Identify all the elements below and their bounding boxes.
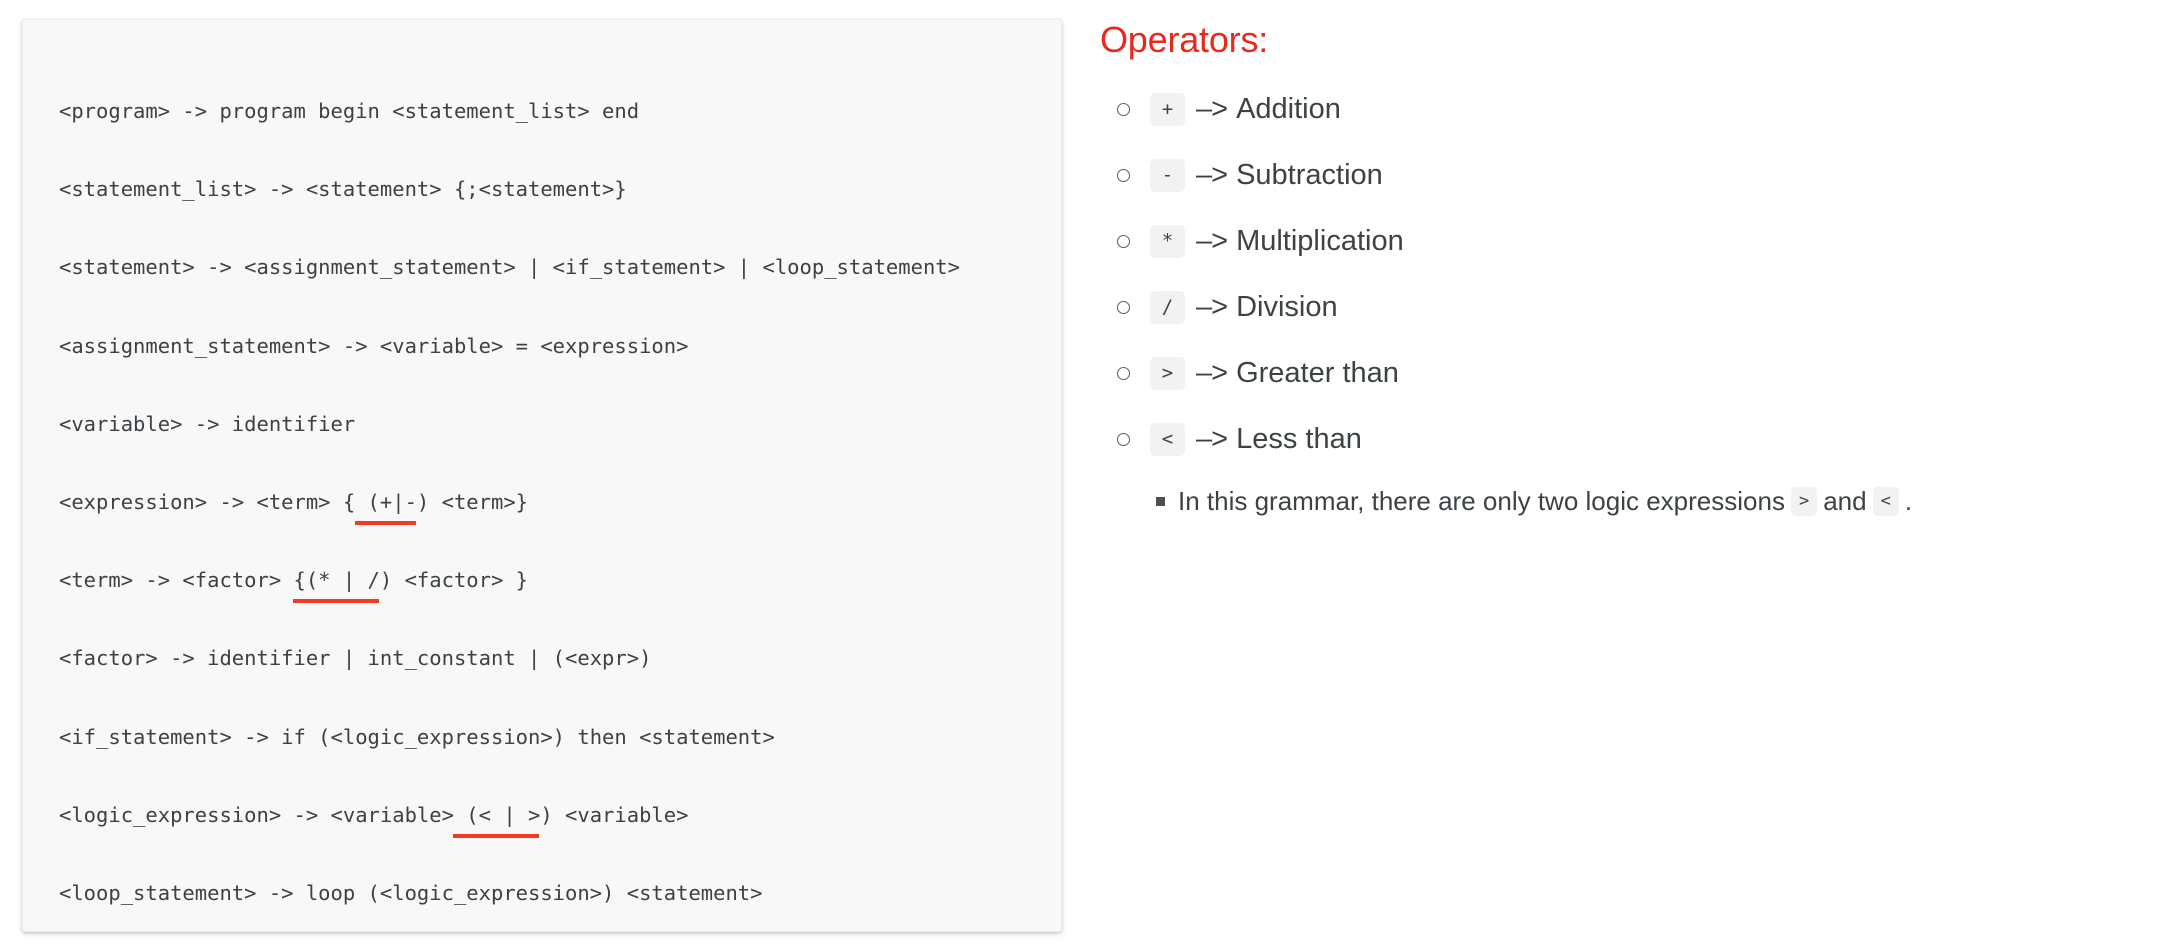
grammar-rule-text: <statement_list> -> <statement> {;<state…	[59, 177, 627, 202]
operators-panel: Operators: + –> Addition - –> Subtraction * –> M…	[1098, 18, 2168, 517]
operator-symbol-chip: +	[1150, 92, 1185, 126]
grammar-rule-text: <loop_statement> -> loop (<logic_express…	[59, 880, 763, 905]
page-root: <program> -> program begin <statement_li…	[0, 0, 2182, 952]
operator-symbol-chip: <	[1150, 422, 1185, 456]
grammar-rule: <if_statement> -> if (<logic_expression>…	[59, 698, 1031, 776]
square-bullet-icon	[1156, 497, 1165, 506]
operator-item: / –> Division	[1098, 274, 2168, 340]
grammar-rule-text: <statement> -> <assignment_statement> | …	[59, 255, 960, 280]
grammar-rule: <statement> -> <assignment_statement> | …	[59, 228, 1031, 306]
operator-item: < –> Less than	[1098, 406, 2168, 472]
grammar-rule-text: <logic_expression> -> <variable> (< | >)…	[59, 802, 689, 827]
circle-bullet-icon	[1117, 234, 1130, 248]
arrow-glyph: –>	[1196, 224, 1228, 257]
note-text-before: In this grammar, there are only two logi…	[1178, 486, 1785, 516]
operator-item: * –> Multiplication	[1098, 208, 2168, 274]
red-underline-annotation	[453, 833, 540, 838]
grammar-note-list: In this grammar, there are only two logi…	[1098, 486, 2168, 517]
grammar-rule: <factor> -> identifier | int_constant | …	[59, 619, 1031, 697]
operator-item: > –> Greater than	[1098, 340, 2168, 406]
grammar-rule: <variable> -> identifier	[59, 385, 1031, 463]
operator-label: Addition	[1236, 92, 1341, 125]
arrow-glyph: –>	[1196, 356, 1228, 389]
operators-list: + –> Addition - –> Subtraction * –> Multiplicati…	[1098, 76, 2168, 472]
grammar-rule-text: <term> -> <factor> {(* | /) <factor> }	[59, 568, 528, 593]
operator-symbol-chip: /	[1150, 290, 1185, 324]
grammar-note-item: In this grammar, there are only two logi…	[1156, 486, 2168, 517]
operator-symbol-chip: -	[1150, 158, 1185, 192]
grammar-rule-text: <if_statement> -> if (<logic_expression>…	[59, 724, 775, 749]
operators-title: Operators:	[1100, 19, 1269, 60]
operator-symbol-chip: *	[1150, 224, 1185, 258]
red-underline-annotation	[354, 521, 417, 526]
note-text-after: .	[1904, 486, 1913, 516]
grammar-rule-text: <assignment_statement> -> <variable> = <…	[59, 333, 689, 358]
note-text-middle: and	[1823, 486, 1867, 516]
arrow-glyph: –>	[1196, 422, 1228, 455]
red-underline-annotation	[293, 599, 380, 604]
circle-bullet-icon	[1117, 168, 1130, 182]
grammar-rule-list: <program> -> program begin <statement_li…	[59, 72, 1031, 931]
grammar-rule-text: <variable> -> identifier	[59, 411, 356, 436]
note-symbol-chip-less: <	[1872, 487, 1899, 516]
grammar-rule: <loop_statement> -> loop (<logic_express…	[59, 854, 1031, 931]
grammar-rule: <term> -> <factor> {(* | /) <factor> }	[59, 541, 1031, 619]
operator-label: Division	[1236, 290, 1338, 323]
arrow-glyph: –>	[1196, 290, 1228, 323]
arrow-glyph: –>	[1196, 158, 1228, 191]
grammar-rule-text: <factor> -> identifier | int_constant | …	[59, 646, 652, 671]
circle-bullet-icon	[1117, 102, 1130, 116]
grammar-rule-text: <expression> -> <term> { (+|-) <term>}	[59, 489, 528, 514]
arrow-glyph: –>	[1196, 92, 1228, 125]
operator-label: Less than	[1236, 422, 1362, 455]
grammar-rule: <program> -> program begin <statement_li…	[59, 72, 1031, 150]
operator-item: + –> Addition	[1098, 76, 2168, 142]
operator-label: Subtraction	[1236, 158, 1383, 191]
circle-bullet-icon	[1117, 300, 1130, 314]
note-symbol-chip-greater: >	[1790, 487, 1818, 516]
grammar-rule: <expression> -> <term> { (+|-) <term>}	[59, 463, 1031, 541]
circle-bullet-icon	[1117, 432, 1130, 446]
grammar-card: <program> -> program begin <statement_li…	[22, 19, 1062, 932]
operator-label: Multiplication	[1236, 224, 1404, 257]
grammar-rule: <assignment_statement> -> <variable> = <…	[59, 307, 1031, 385]
circle-bullet-icon	[1117, 366, 1130, 380]
operator-symbol-chip: >	[1150, 356, 1185, 390]
grammar-rule: <statement_list> -> <statement> {;<state…	[59, 150, 1031, 228]
operator-item: - –> Subtraction	[1098, 142, 2168, 208]
grammar-rule-text: <program> -> program begin <statement_li…	[59, 99, 640, 123]
grammar-rule: <logic_expression> -> <variable> (< | >)…	[59, 776, 1031, 854]
operator-label: Greater than	[1236, 356, 1399, 389]
